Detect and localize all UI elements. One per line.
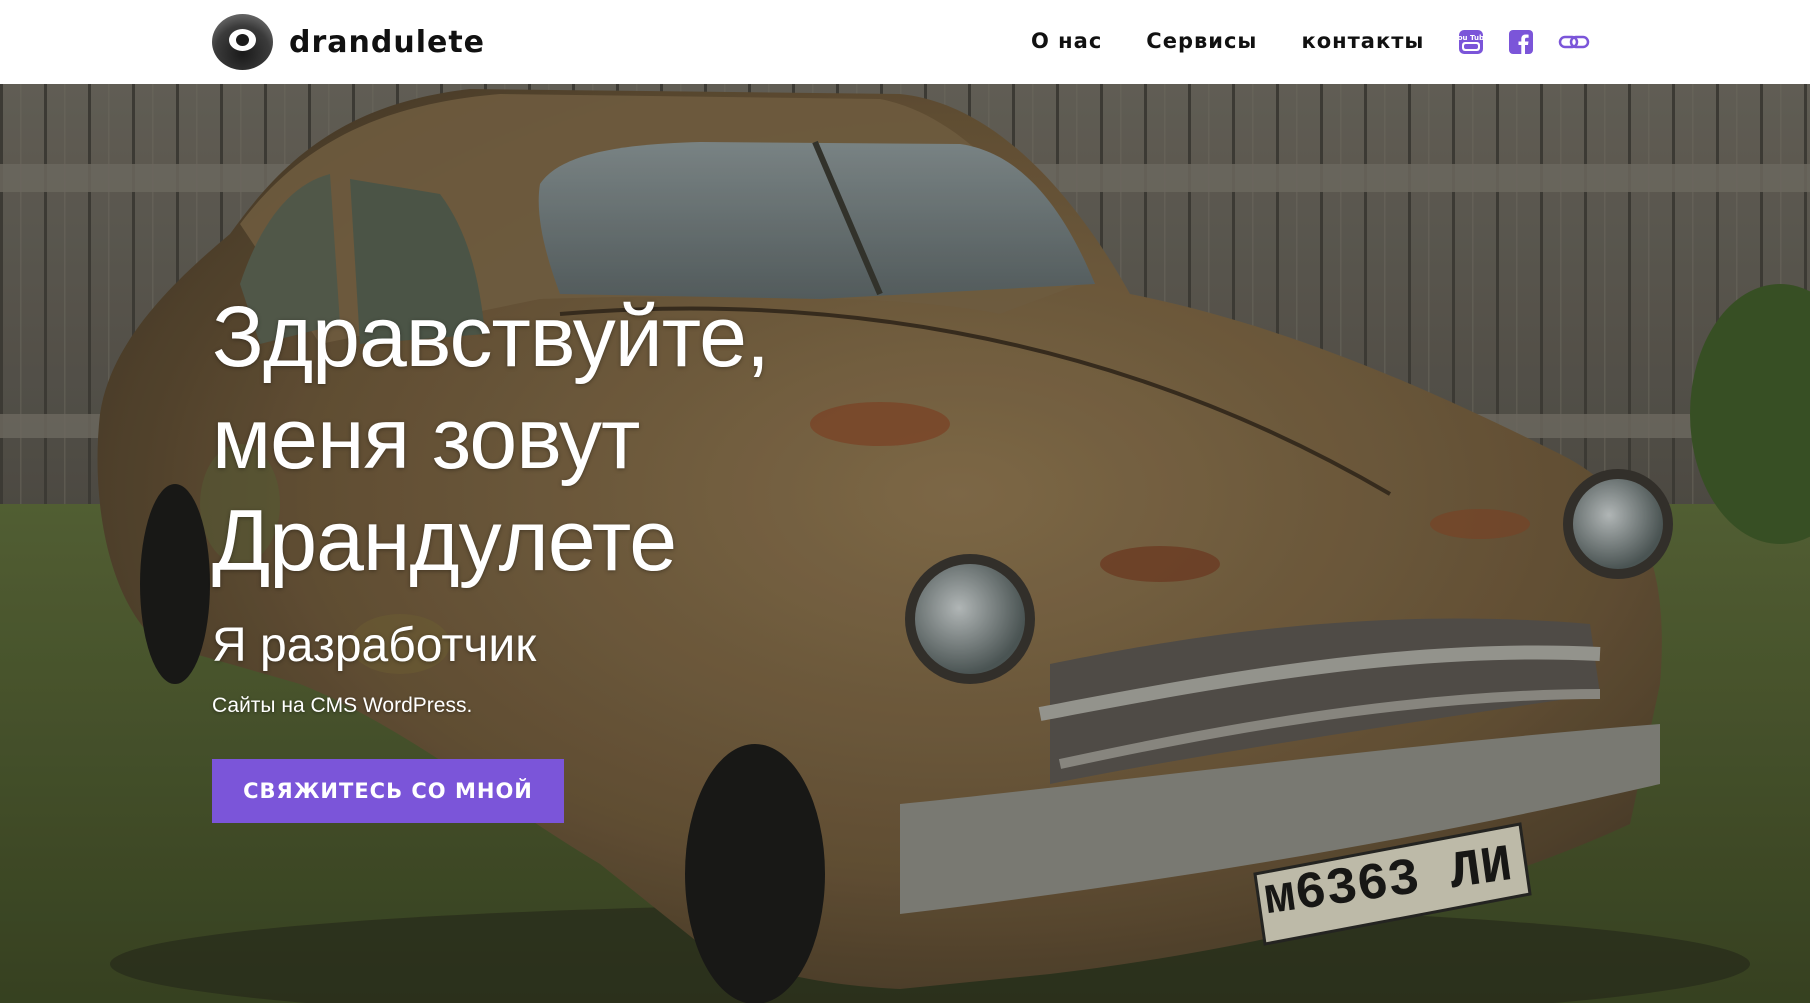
nav-item-about[interactable]: О нас — [1031, 26, 1102, 56]
logo-text: drandulete — [289, 24, 486, 60]
hero-title-line-1: Здравствуйте, — [212, 289, 770, 385]
nav-item-services[interactable]: Сервисы — [1146, 26, 1257, 56]
site-logo[interactable]: drandulete — [212, 14, 485, 70]
hero-title-line-2: меня зовут — [212, 391, 640, 487]
social-links: You Tube — [1458, 29, 1614, 55]
hero-subtitle: Я разработчик — [212, 619, 537, 672]
logo-icon — [212, 14, 273, 70]
youtube-label-top: You Tube — [1458, 34, 1484, 42]
site-header: drandulete О нас Сервисы контакты You Tu… — [0, 0, 1810, 84]
hero-title-line-3: Драндулете — [212, 493, 677, 589]
hero-section: м6363 ЛИ Здравствуйте, меня зовут Дранду… — [0, 84, 1810, 1003]
nav-item-contacts[interactable]: контакты — [1301, 26, 1424, 56]
hero-description: Сайты на CMS WordPress. — [212, 694, 473, 717]
link-icon[interactable] — [1558, 29, 1590, 55]
hero-content: Здравствуйте, меня зовут Драндулете Я ра… — [212, 286, 852, 823]
hero-title: Здравствуйте, меня зовут Драндулете — [212, 286, 852, 592]
contact-me-button[interactable]: СВЯЖИТЕСЬ СО МНОЙ — [212, 759, 564, 823]
youtube-icon[interactable]: You Tube — [1458, 29, 1484, 55]
facebook-icon[interactable] — [1508, 29, 1534, 55]
main-nav: О нас Сервисы контакты — [1031, 26, 1468, 56]
